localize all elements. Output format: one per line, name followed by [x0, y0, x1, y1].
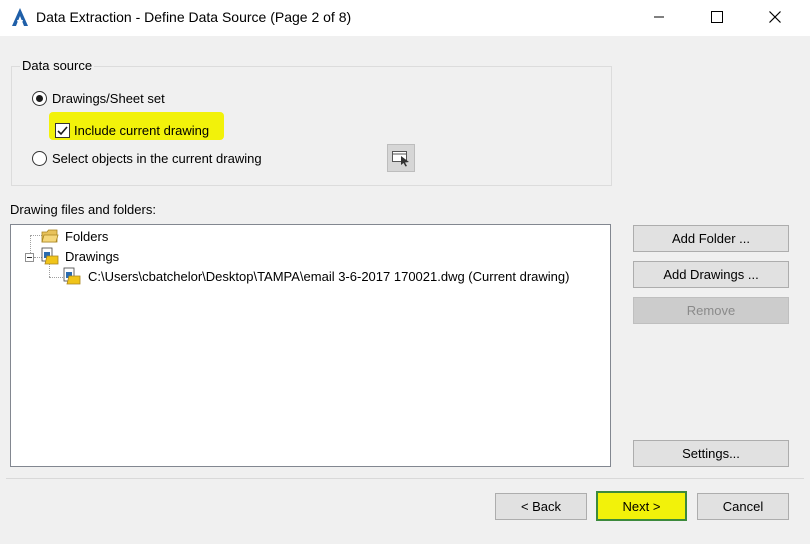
- footer-separator: [6, 478, 804, 479]
- select-objects-button[interactable]: [387, 144, 415, 172]
- tree-connector: [49, 277, 63, 278]
- remove-button[interactable]: Remove: [633, 297, 789, 324]
- tree-item-folders[interactable]: Folders: [65, 229, 108, 244]
- dialog-window: Data Extraction - Define Data Source (Pa…: [0, 0, 810, 544]
- folder-icon: [41, 229, 59, 243]
- window-title: Data Extraction - Define Data Source (Pa…: [36, 9, 352, 25]
- dwg-file-icon: [63, 267, 81, 285]
- back-button[interactable]: < Back: [495, 493, 587, 520]
- maximize-button[interactable]: [694, 0, 740, 34]
- select-objects-icon: [392, 151, 409, 167]
- drawing-files-label: Drawing files and folders:: [10, 202, 156, 217]
- drawing-files-tree[interactable]: Folders Drawings C:\Users\cbatchelor\Des…: [10, 224, 611, 467]
- maximize-icon: [711, 11, 723, 23]
- close-button[interactable]: [752, 0, 798, 34]
- tree-item-drawings[interactable]: Drawings: [65, 249, 119, 264]
- minimize-button[interactable]: [636, 0, 682, 34]
- select-objects-radio[interactable]: [32, 151, 47, 166]
- title-bar: Data Extraction - Define Data Source (Pa…: [0, 0, 810, 36]
- cancel-button[interactable]: Cancel: [697, 493, 789, 520]
- next-button[interactable]: Next >: [596, 491, 687, 521]
- tree-collapse-icon[interactable]: [25, 253, 34, 262]
- autocad-app-icon: [12, 8, 28, 26]
- checkmark-icon: [57, 126, 68, 136]
- close-icon: [769, 11, 781, 23]
- tree-item-current-drawing[interactable]: C:\Users\cbatchelor\Desktop\TAMPA\email …: [88, 269, 569, 284]
- settings-button[interactable]: Settings...: [633, 440, 789, 467]
- include-current-drawing-label[interactable]: Include current drawing: [74, 123, 209, 138]
- include-current-drawing-checkbox[interactable]: [55, 123, 70, 138]
- tree-connector: [49, 263, 50, 277]
- select-objects-label[interactable]: Select objects in the current drawing: [52, 151, 262, 166]
- drawings-icon: [41, 247, 59, 265]
- data-source-group-label: Data source: [20, 58, 95, 73]
- add-folder-button[interactable]: Add Folder ...: [633, 225, 789, 252]
- drawings-sheet-set-radio[interactable]: [32, 91, 47, 106]
- add-drawings-button[interactable]: Add Drawings ...: [633, 261, 789, 288]
- drawings-sheet-set-label[interactable]: Drawings/Sheet set: [52, 91, 165, 106]
- minimize-icon: [654, 16, 664, 18]
